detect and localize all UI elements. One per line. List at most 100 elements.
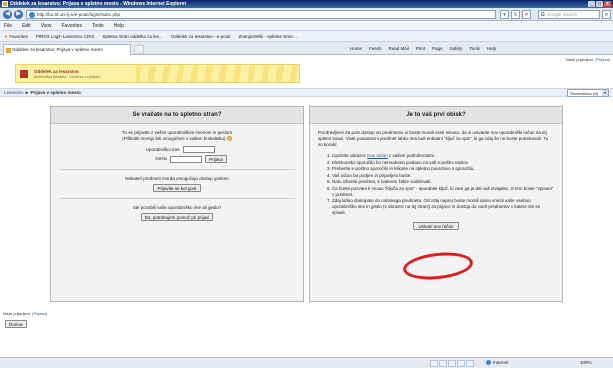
returning-user-panel: Se vračate na to spletno stran? Tu se pr… xyxy=(50,106,304,302)
home-command[interactable]: Home xyxy=(350,44,362,54)
status-cell xyxy=(430,360,438,367)
stop-icon[interactable]: ✕ xyxy=(522,10,531,19)
tab-label: Oddelek za lesarstvo: Prijava v spletno … xyxy=(12,47,104,52)
maximize-button[interactable]: □ xyxy=(596,1,603,7)
divider xyxy=(59,198,295,199)
login-status: Niste prijavljeni. (Prijava) xyxy=(566,57,610,62)
username-field[interactable] xyxy=(182,146,215,153)
help-command[interactable]: Help xyxy=(487,44,496,54)
zoom-level[interactable]: 100% xyxy=(580,358,592,368)
first-visit-title: Je to vaš prvi obisk? xyxy=(310,107,562,124)
search-icon[interactable]: ⌕ xyxy=(602,10,611,19)
cookie-note-text: (Piškotki morajo biti omogočeni v vašem … xyxy=(122,136,226,141)
menu-help[interactable]: Help xyxy=(114,22,124,30)
guest-text: Nekateri predmeti morda omogočajo dostop… xyxy=(125,176,229,181)
search-input[interactable]: G Google Search xyxy=(538,10,600,19)
menu-view[interactable]: View xyxy=(41,22,52,30)
close-button[interactable]: x xyxy=(604,1,611,7)
create-account-button[interactable]: Ustvari nov račun xyxy=(413,222,459,230)
list-item: Preberite e-poštno sporočilo in kliknite… xyxy=(332,166,554,172)
login-button[interactable]: Prijava xyxy=(205,155,227,163)
menu-tools[interactable]: Tools xyxy=(92,22,104,30)
username-row: Uporabniško ime xyxy=(59,146,295,153)
new-tab-button[interactable] xyxy=(134,45,144,54)
status-cell xyxy=(457,360,465,367)
read-mail-command[interactable]: Read Mail xyxy=(389,44,409,54)
tab-active[interactable]: Oddelek za lesarstvo: Prijava v spletno … xyxy=(3,44,131,55)
address-bar: ◀ ▶ http://bo.bf.uni-lj.si/e-pouk/login/… xyxy=(0,8,613,21)
menu-file[interactable]: File xyxy=(4,22,12,30)
window-controls: _ □ x xyxy=(588,1,611,7)
favorites-label: Favorites xyxy=(9,34,28,39)
banner-decoration xyxy=(136,65,299,82)
favorites-button[interactable]: ★ Favorites xyxy=(4,31,28,41)
menu-bar: File Edit View Favorites Tools Help xyxy=(0,22,613,31)
forgot-text: Ste pozabili vaše uporabniško ime ali ge… xyxy=(132,205,222,210)
tools-command[interactable]: Tools xyxy=(469,44,480,54)
language-select[interactable]: Slovenščina (sl) ▾ xyxy=(567,89,609,97)
forgot-password-button[interactable]: Da, potrebujem pomoč pri prijavi xyxy=(140,213,214,221)
dropdown-icon[interactable]: ▾ xyxy=(500,10,509,19)
favorite-link[interactable]: Oddelek za lesarstvo - e-pouk xyxy=(171,31,231,41)
cookie-note: (Piškotki morajo biti omogočeni v vašem … xyxy=(59,136,295,142)
window-title: Oddelek za lesarstvo: Prijava v spletno … xyxy=(10,1,187,7)
password-field[interactable] xyxy=(170,155,203,163)
forward-arrow-icon[interactable]: ▶ xyxy=(14,10,23,19)
security-zone[interactable]: Internet xyxy=(486,358,508,368)
list-item: Izpolnite obrazec Nov račun z vašimi pod… xyxy=(332,153,554,159)
favorite-link[interactable]: Znanje2Wiki - spletna stran ... xyxy=(238,31,298,41)
status-cells xyxy=(430,360,474,367)
help-icon[interactable]: ? xyxy=(226,136,232,142)
list-item: Elektronsko sporočilo bo nemudoma poslan… xyxy=(332,160,554,166)
list-item: Vaš račun bo potrjen in prijavljeni bost… xyxy=(332,173,554,179)
guest-login-button[interactable]: Prijavite se kot gost xyxy=(153,184,201,192)
footer-login-status: Niste prijavljeni. (Prijava) xyxy=(3,311,47,316)
globe-icon xyxy=(486,360,491,366)
refresh-icon[interactable]: ↻ xyxy=(511,10,520,19)
password-row: Geslo Prijava xyxy=(59,155,295,163)
breadcrumb: Lesarstvo ► Prijava v spletno mesto Slov… xyxy=(0,88,613,97)
site-name: Oddelek za lesarstvo xyxy=(34,69,79,74)
search-placeholder: Google Search xyxy=(547,12,578,17)
ie-window-icon xyxy=(2,1,8,7)
list-item: Zdaj lahko dostopate do celotnega predme… xyxy=(332,198,554,216)
breadcrumb-home-link[interactable]: Lesarstvo xyxy=(4,90,24,95)
address-actions: ▾ ↻ ✕ xyxy=(500,10,531,19)
new-account-link[interactable]: Nov račun xyxy=(367,153,388,158)
list-item: Če boste pozvani k vnosu "ključa za vpis… xyxy=(332,186,554,198)
login-link[interactable]: (Prijava) xyxy=(595,57,610,62)
site-banner: Oddelek za lesarstvo Biotehniška fakulte… xyxy=(15,64,300,83)
step-text: z vašimi podrobnostmi. xyxy=(387,153,436,158)
minimize-button[interactable]: _ xyxy=(588,1,595,7)
menu-favorites[interactable]: Favorites xyxy=(61,22,82,30)
status-bar: Internet 100% xyxy=(0,357,613,368)
username-label: Uporabniško ime xyxy=(145,146,180,152)
footer-login-link[interactable]: (Prijava) xyxy=(32,311,47,316)
google-icon: G xyxy=(541,12,545,18)
home-button[interactable]: Domov xyxy=(5,320,28,328)
url-text: http://bo.bf.uni-lj.si/e-pouk/login/inde… xyxy=(37,12,121,17)
favorite-link[interactable]: PIRO3 Login Lesarstvo CRIS xyxy=(36,31,95,41)
first-visit-panel: Je to vaš prvi obisk? Pozdravljeni! Za p… xyxy=(309,106,563,302)
print-command[interactable]: Print xyxy=(416,44,425,54)
list-item: Nato izberite predmet, k katerem želite … xyxy=(332,179,554,185)
url-input[interactable]: http://bo.bf.uni-lj.si/e-pouk/login/inde… xyxy=(26,10,496,19)
favorite-link[interactable]: Spletna stran oddelka za les... xyxy=(102,31,162,41)
first-visit-intro: Pozdravljeni! Za poln dostop do predmeto… xyxy=(318,130,549,147)
menu-edit[interactable]: Edit xyxy=(22,22,31,30)
favorites-bar: ★ Favorites PIRO3 Login Lesarstvo CRIS S… xyxy=(0,31,613,42)
command-bar: Home Feeds Read Mail Print Page Safety T… xyxy=(350,44,496,54)
status-cell xyxy=(448,360,456,367)
password-label: Geslo xyxy=(155,156,168,161)
status-cell xyxy=(466,360,474,367)
back-arrow-icon[interactable]: ◀ xyxy=(3,10,12,19)
page-command[interactable]: Page xyxy=(432,44,443,54)
feeds-command[interactable]: Feeds xyxy=(369,44,382,54)
login-status-text: Niste prijavljeni. xyxy=(565,57,594,62)
status-cell xyxy=(439,360,447,367)
tab-row: Oddelek za lesarstvo: Prijava v spletno … xyxy=(0,42,613,55)
page-content: Niste prijavljeni. (Prijava) Oddelek za … xyxy=(0,56,613,356)
divider xyxy=(59,169,295,170)
faculty-logo-icon xyxy=(20,70,28,78)
safety-command[interactable]: Safety xyxy=(450,44,463,54)
